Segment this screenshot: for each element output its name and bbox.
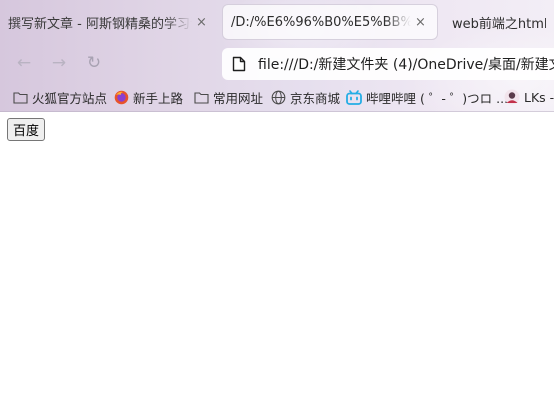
baidu-button[interactable]: 百度 [7,118,46,141]
bilibili-icon [346,89,362,105]
address-bar[interactable]: file:///D:/新建文件夹 (4)/OneDrive/桌面/新建文本 [222,48,554,80]
globe-icon [270,89,286,105]
tab-title: web前端之html（1 [452,16,546,32]
tab-local-file[interactable]: /D:/%E6%96%B0%E5%BB%BA%E6 × [222,4,438,40]
avatar-icon [504,89,520,105]
page-icon [232,56,246,72]
bookmark-label: 哔哩哔哩 ( ゜- ゜)つロ ... [366,90,509,106]
browser-chrome: 撰写新文章 - 阿斯钢精桑的学习记录 × /D:/%E6%96%B0%E5%BB… [0,0,554,112]
bookmark-lks[interactable]: LKs - [504,88,554,106]
bookmark-label: 常用网址 [213,90,264,106]
firefox-icon [113,89,129,105]
tab-blog-editor[interactable]: 撰写新文章 - 阿斯钢精桑的学习记录 × [0,4,216,40]
tab-strip: 撰写新文章 - 阿斯钢精桑的学习记录 × /D:/%E6%96%B0%E5%BB… [0,0,554,44]
bookmark-firefox-official[interactable]: 火狐官方站点 [12,88,107,106]
folder-icon [12,89,28,105]
bookmark-bilibili[interactable]: 哔哩哔哩 ( ゜- ゜)つロ ... [346,88,508,106]
close-icon[interactable]: × [196,15,207,30]
back-arrow-icon[interactable]: ← [13,52,35,74]
reload-icon[interactable]: ↻ [83,52,105,74]
forward-arrow-icon[interactable]: → [48,52,70,74]
bookmark-jd-mall[interactable]: 京东商城 [270,88,340,106]
close-icon[interactable]: × [415,15,426,30]
page-content: 百度 [0,112,554,401]
tab-title: 撰写新文章 - 阿斯钢精桑的学习记录 [8,16,192,32]
tab-web-frontend[interactable]: web前端之html（1 [444,4,554,40]
navigation-toolbar: ← → ↻ file:///D:/新建文件夹 (4)/OneDrive/桌面/新… [0,44,554,82]
bookmark-label: LKs - [524,89,554,105]
bookmark-label: 京东商城 [290,90,341,106]
bookmarks-bar: 火狐官方站点 新手上路 常用网址 京东商城 哔哩哔哩 (゜- ゜)つロ ...… [0,82,554,112]
bookmark-label: 新手上路 [133,90,184,106]
bookmark-common-sites[interactable]: 常用网址 [193,88,263,106]
folder-icon [193,89,209,105]
bookmark-getting-started[interactable]: 新手上路 [113,88,183,106]
bookmark-label: 火狐官方站点 [32,90,108,106]
tab-title: /D:/%E6%96%B0%E5%BB%BA%E6 [231,14,411,30]
address-url: file:///D:/新建文件夹 (4)/OneDrive/桌面/新建文本 [258,57,554,73]
